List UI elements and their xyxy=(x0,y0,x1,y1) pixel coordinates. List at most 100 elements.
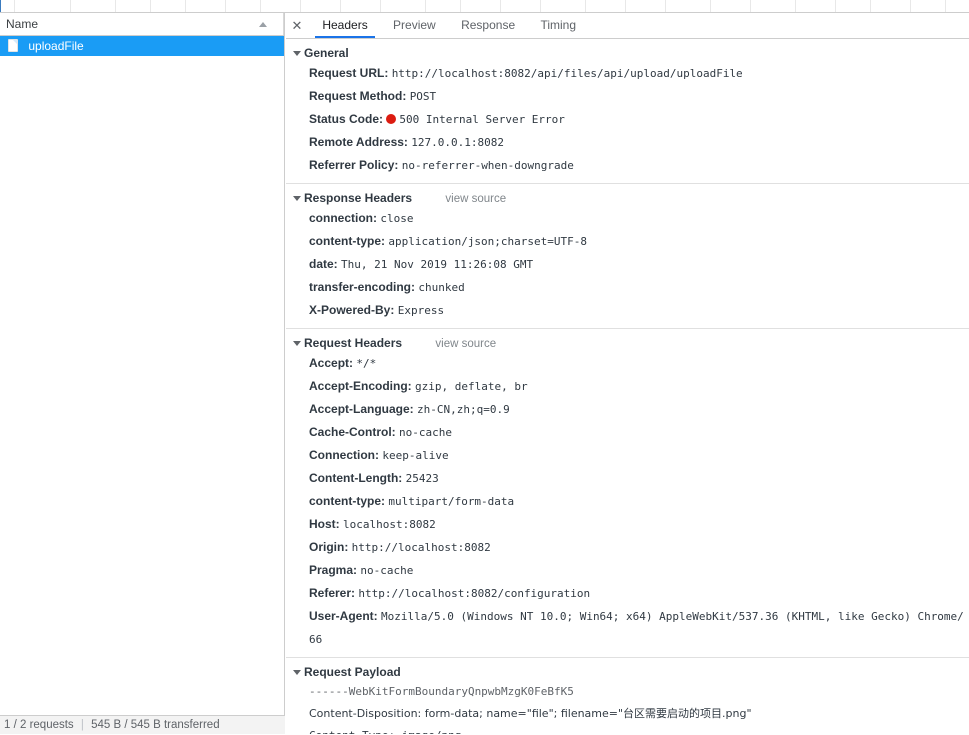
header-row-origin: Origin: http://localhost:8082 xyxy=(286,536,969,559)
toolbar-column-separator xyxy=(460,0,461,12)
section-request-payload-title: Request Payload xyxy=(304,665,401,679)
header-key: Content-Length: xyxy=(309,471,403,485)
section-general-header[interactable]: General xyxy=(286,44,969,62)
header-value: zh-CN,zh;q=0.9 xyxy=(417,403,510,416)
header-key: Request Method: xyxy=(309,89,407,103)
header-value: close xyxy=(380,212,414,225)
header-row-pragma: Pragma: no-cache xyxy=(286,559,969,582)
header-key: Remote Address: xyxy=(309,135,408,149)
section-request-headers-header[interactable]: Request Headers view source xyxy=(286,334,969,352)
header-key: Host: xyxy=(309,517,340,531)
headers-content: General Request URL: http://localhost:80… xyxy=(286,39,969,734)
column-header-name[interactable]: Name xyxy=(6,17,38,31)
header-value: gzip, deflate, br xyxy=(415,380,528,393)
chevron-down-icon[interactable] xyxy=(293,670,301,675)
header-value: http://localhost:8082/configuration xyxy=(358,587,591,600)
toolbar-column-separator xyxy=(185,0,186,12)
toolbar-column-separator xyxy=(750,0,751,12)
header-value: 127.0.0.1:8082 xyxy=(411,136,504,149)
section-request-payload: Request Payload ------WebKitFormBoundary… xyxy=(286,658,969,734)
header-key: Request URL: xyxy=(309,66,389,80)
header-row-content-type: content-type: application/json;charset=U… xyxy=(286,230,969,253)
chevron-down-icon[interactable] xyxy=(293,196,301,201)
header-key: Accept-Encoding: xyxy=(309,379,412,393)
header-value: keep-alive xyxy=(382,449,449,462)
column-divider[interactable] xyxy=(283,13,284,35)
header-key: Referer: xyxy=(309,586,356,600)
header-key: Accept: xyxy=(309,356,354,370)
toolbar-column-separator xyxy=(910,0,911,12)
toolbar-column-separator xyxy=(945,0,946,12)
view-source-link[interactable]: view source xyxy=(435,338,496,350)
tab-preview[interactable]: Preview xyxy=(382,13,447,38)
header-key: Origin: xyxy=(309,540,349,554)
header-row-content-type: content-type: multipart/form-data xyxy=(286,490,969,513)
header-row-connection: connection: close xyxy=(286,207,969,230)
toolbar-column-separator xyxy=(115,0,116,12)
tab-timing[interactable]: Timing xyxy=(529,13,587,38)
toolbar-column-separator xyxy=(380,0,381,12)
header-key: content-type: xyxy=(309,494,385,508)
toolbar-column-separator xyxy=(225,0,226,12)
header-value: Express xyxy=(397,304,445,317)
detail-tabbar: ✕ Headers Preview Response Timing xyxy=(286,13,969,39)
toolbar-column-separator xyxy=(260,0,261,12)
request-list-rows[interactable]: uploadFile xyxy=(0,36,284,715)
request-name-label: uploadFile xyxy=(28,39,84,53)
section-request-headers: Request Headers view source Accept: */* … xyxy=(286,329,969,658)
request-list-header[interactable]: Name xyxy=(0,13,284,36)
section-response-headers-title: Response Headers xyxy=(304,191,413,205)
section-response-headers: Response Headers view source connection:… xyxy=(286,184,969,329)
detail-panel: ✕ Headers Preview Response Timing Genera… xyxy=(286,13,969,734)
toolbar-column-separator xyxy=(835,0,836,12)
sort-ascending-arrow-icon[interactable] xyxy=(259,22,267,27)
toolbar-column-separator xyxy=(340,0,341,12)
table-row[interactable]: uploadFile xyxy=(0,36,284,56)
section-request-payload-header[interactable]: Request Payload xyxy=(286,663,969,681)
header-value: Mozilla/5.0 (Windows NT 10.0; Win64; x64… xyxy=(309,610,964,646)
section-general: General Request URL: http://localhost:80… xyxy=(286,39,969,184)
close-icon[interactable]: ✕ xyxy=(286,13,308,38)
header-value: no-referrer-when-downgrade xyxy=(401,159,574,172)
section-response-headers-header[interactable]: Response Headers view source xyxy=(286,189,969,207)
header-value: 25423 xyxy=(405,472,439,485)
header-row-date: date: Thu, 21 Nov 2019 11:26:08 GMT xyxy=(286,253,969,276)
header-value: POST xyxy=(409,90,437,103)
chevron-down-icon[interactable] xyxy=(293,51,301,56)
header-key: X-Powered-By: xyxy=(309,303,395,317)
header-value: Thu, 21 Nov 2019 11:26:08 GMT xyxy=(341,258,534,271)
header-value: */* xyxy=(356,357,377,370)
header-key: date: xyxy=(309,257,338,271)
tab-headers[interactable]: Headers xyxy=(311,13,378,38)
toolbar-column-separator xyxy=(585,0,586,12)
header-value: no-cache xyxy=(360,564,414,577)
toolbar-column-separator xyxy=(870,0,871,12)
header-row-request-url: Request URL: http://localhost:8082/api/f… xyxy=(286,62,969,85)
header-row-host: Host: localhost:8082 xyxy=(286,513,969,536)
toolbar-column-separator xyxy=(300,0,301,12)
header-row-cache-control: Cache-Control: no-cache xyxy=(286,421,969,444)
payload-boundary-line: ------WebKitFormBoundaryQnpwbMzgK0FeBfK5 xyxy=(309,685,574,698)
header-row-request-method: Request Method: POST xyxy=(286,85,969,108)
header-row-referer: Referer: http://localhost:8082/configura… xyxy=(286,582,969,605)
header-value: multipart/form-data xyxy=(388,495,515,508)
chevron-down-icon[interactable] xyxy=(293,341,301,346)
toolbar-column-separator xyxy=(665,0,666,12)
header-row-user-agent: User-Agent: Mozilla/5.0 (Windows NT 10.0… xyxy=(286,605,969,651)
header-row-content-length: Content-Length: 25423 xyxy=(286,467,969,490)
header-key: connection: xyxy=(309,211,377,225)
status-transferred: 545 B / 545 B transferred xyxy=(91,719,220,731)
status-error-dot-icon xyxy=(386,114,397,124)
header-key: Accept-Language: xyxy=(309,402,414,416)
view-source-link[interactable]: view source xyxy=(445,193,506,205)
toolbar-strip xyxy=(0,0,969,13)
status-requests-count: 1 / 2 requests xyxy=(4,719,74,731)
header-row-accept-encoding: Accept-Encoding: gzip, deflate, br xyxy=(286,375,969,398)
toolbar-column-separator xyxy=(540,0,541,12)
section-general-title: General xyxy=(304,46,349,60)
header-row-referrer-policy: Referrer Policy: no-referrer-when-downgr… xyxy=(286,154,969,177)
header-key: content-type: xyxy=(309,234,385,248)
tab-response[interactable]: Response xyxy=(450,13,526,38)
header-value: localhost:8082 xyxy=(343,518,436,531)
header-value: http://localhost:8082 xyxy=(351,541,491,554)
